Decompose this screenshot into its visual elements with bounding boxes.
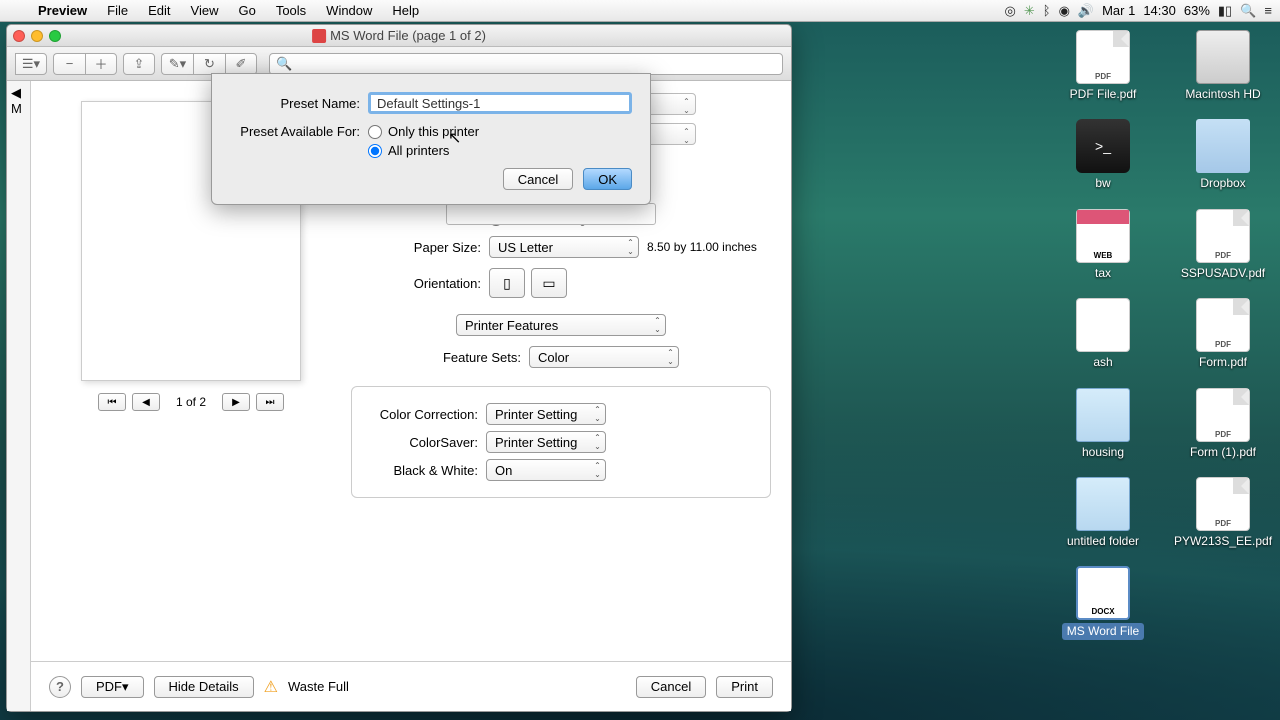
menu-tools[interactable]: Tools xyxy=(266,3,316,18)
print-cancel-button[interactable]: Cancel xyxy=(636,676,706,698)
desktop-item[interactable]: Macintosh HD xyxy=(1178,30,1268,101)
thumbnail-sidebar[interactable]: ◀ M xyxy=(7,81,31,711)
edit-toolbar-button[interactable]: ✐ xyxy=(225,53,257,75)
menubar-date[interactable]: Mar 1 xyxy=(1102,3,1135,18)
orientation-label: Orientation: xyxy=(351,276,481,291)
desktop-item[interactable]: housing xyxy=(1058,388,1148,459)
desktop-item[interactable]: PDF File.pdf xyxy=(1058,30,1148,101)
desktop-item[interactable]: Form.pdf xyxy=(1178,298,1268,369)
prev-page-button[interactable]: ◀ xyxy=(132,393,160,411)
feature-panel: Color Correction: Printer Setting ColorS… xyxy=(351,386,771,498)
colorsaver-label: ColorSaver: xyxy=(368,435,478,450)
desktop-icons-area: PDF File.pdf bw tax ash housing untitled… xyxy=(968,30,1268,670)
dropbox-icon[interactable]: ✳ xyxy=(1024,3,1035,19)
waste-full-label: Waste Full xyxy=(288,679,349,694)
print-options-select[interactable]: Printer Features xyxy=(456,314,666,336)
markup-button[interactable]: ✎▾ xyxy=(161,53,193,75)
share-button[interactable]: ⇪ xyxy=(123,53,155,75)
status-icon-generic[interactable]: ◎ xyxy=(1005,3,1016,19)
cancel-button[interactable]: Cancel xyxy=(503,168,573,190)
print-button[interactable]: Print xyxy=(716,676,773,698)
sidebar-header: ◀ M xyxy=(11,85,22,116)
colorsaver-select[interactable]: Printer Setting xyxy=(486,431,606,453)
menu-window[interactable]: Window xyxy=(316,3,382,18)
desktop-item[interactable]: PYW213S_EE.pdf xyxy=(1178,477,1268,548)
paper-size-select[interactable]: US Letter xyxy=(489,236,639,258)
window-title: MS Word File (page 1 of 2) xyxy=(312,28,486,43)
zoom-out-button[interactable]: − xyxy=(53,53,85,75)
preset-name-input[interactable] xyxy=(368,92,632,114)
desktop-item[interactable]: ash xyxy=(1058,298,1148,369)
battery-icon[interactable]: ▮▯ xyxy=(1218,3,1232,19)
feature-sets-label: Feature Sets: xyxy=(443,350,521,365)
menubar: Preview File Edit View Go Tools Window H… xyxy=(0,0,1280,22)
feature-sets-select[interactable]: Color xyxy=(529,346,679,368)
preset-available-label: Preset Available For: xyxy=(230,124,360,139)
paper-size-label: Paper Size: xyxy=(351,240,481,255)
menu-view[interactable]: View xyxy=(181,3,229,18)
close-button[interactable] xyxy=(13,30,25,42)
desktop-item[interactable]: bw xyxy=(1058,119,1148,190)
desktop-item[interactable]: MS Word File xyxy=(1058,566,1148,639)
desktop-item[interactable]: tax xyxy=(1058,209,1148,280)
landscape-button[interactable]: ▭ xyxy=(531,268,567,298)
menu-go[interactable]: Go xyxy=(228,3,265,18)
portrait-button[interactable]: ▯ xyxy=(489,268,525,298)
menu-help[interactable]: Help xyxy=(382,3,429,18)
search-field[interactable]: 🔍 xyxy=(269,53,783,75)
search-icon: 🔍 xyxy=(276,56,292,72)
copies-field[interactable] xyxy=(446,203,656,225)
color-correction-label: Color Correction: xyxy=(368,407,478,422)
pdf-menu-button[interactable]: PDF ▾ xyxy=(81,676,144,698)
preview-window: MS Word File (page 1 of 2) ☰▾ − ＋ ⇪ ✎▾ ↻… xyxy=(6,24,792,712)
first-page-button[interactable]: ⏮ xyxy=(98,393,126,411)
menu-file[interactable]: File xyxy=(97,3,138,18)
minimize-button[interactable] xyxy=(31,30,43,42)
desktop-item[interactable]: Form (1).pdf xyxy=(1178,388,1268,459)
print-dialog: ⏮ ◀ 1 of 2 ▶ ⏭ Selected Page in Sidebar … xyxy=(31,81,791,711)
zoom-button[interactable] xyxy=(49,30,61,42)
notification-center-icon[interactable]: ≡ xyxy=(1264,3,1272,18)
desktop-item[interactable]: Dropbox xyxy=(1178,119,1268,190)
only-this-printer-radio[interactable] xyxy=(368,125,382,139)
desktop-item[interactable]: untitled folder xyxy=(1058,477,1148,548)
spotlight-icon[interactable]: 🔍 xyxy=(1240,3,1256,19)
paper-dimensions: 8.50 by 11.00 inches xyxy=(647,240,757,254)
all-printers-radio[interactable] xyxy=(368,144,382,158)
rotate-button[interactable]: ↻ xyxy=(193,53,225,75)
window-titlebar[interactable]: MS Word File (page 1 of 2) xyxy=(7,25,791,47)
zoom-in-button[interactable]: ＋ xyxy=(85,53,117,75)
warning-icon: ⚠ xyxy=(264,677,278,697)
document-proxy-icon[interactable] xyxy=(312,29,326,43)
bluetooth-icon[interactable]: ᛒ xyxy=(1043,3,1051,18)
app-menu[interactable]: Preview xyxy=(28,3,97,18)
save-preset-sheet: Preset Name: Preset Available For: Only … xyxy=(211,73,651,205)
page-indicator: 1 of 2 xyxy=(176,395,206,409)
view-mode-button[interactable]: ☰▾ xyxy=(15,53,47,75)
preset-name-label: Preset Name: xyxy=(230,96,360,111)
hide-details-button[interactable]: Hide Details xyxy=(154,676,254,698)
help-button[interactable]: ? xyxy=(49,676,71,698)
menubar-time[interactable]: 14:30 xyxy=(1143,3,1176,18)
menu-edit[interactable]: Edit xyxy=(138,3,180,18)
last-page-button[interactable]: ⏭ xyxy=(256,393,284,411)
desktop-item[interactable]: SSPUSADV.pdf xyxy=(1178,209,1268,280)
bw-select[interactable]: On xyxy=(486,459,606,481)
wifi-icon[interactable]: ◉ xyxy=(1059,3,1070,19)
ok-button[interactable]: OK xyxy=(583,168,632,190)
color-correction-select[interactable]: Printer Setting xyxy=(486,403,606,425)
battery-percent[interactable]: 63% xyxy=(1184,3,1210,18)
bw-label: Black & White: xyxy=(368,463,478,478)
next-page-button[interactable]: ▶ xyxy=(222,393,250,411)
search-input[interactable] xyxy=(296,57,776,71)
volume-icon[interactable]: 🔊 xyxy=(1078,3,1094,19)
print-footer: ? PDF ▾ Hide Details ⚠ Waste Full Cancel… xyxy=(31,661,791,711)
